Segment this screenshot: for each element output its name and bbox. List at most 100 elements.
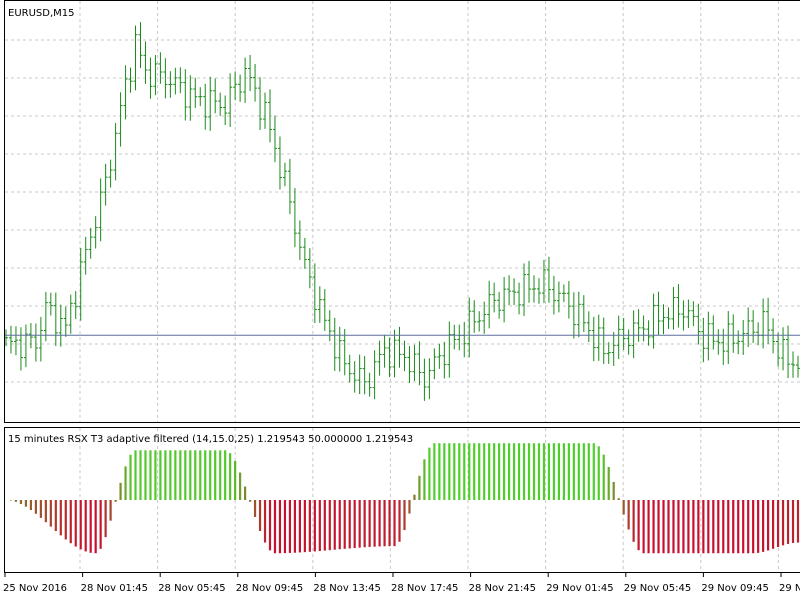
price-bar bbox=[282, 162, 287, 187]
price-bar bbox=[238, 74, 243, 102]
price-bar bbox=[447, 321, 452, 378]
price-bar bbox=[243, 57, 248, 103]
time-tick-label: 29 Nov 13:45 bbox=[779, 583, 800, 594]
time-tick-label: 28 Nov 05:45 bbox=[158, 583, 225, 594]
price-bar bbox=[78, 248, 83, 321]
price-bar bbox=[168, 71, 173, 98]
price-bar bbox=[631, 310, 636, 359]
price-bar bbox=[233, 71, 238, 101]
price-bar bbox=[626, 329, 631, 355]
price-bar bbox=[462, 321, 467, 358]
price-bar bbox=[223, 95, 228, 126]
price-panel-frame bbox=[4, 0, 800, 423]
price-bar bbox=[437, 343, 442, 369]
price-bar bbox=[342, 328, 347, 376]
price-bar bbox=[213, 78, 218, 114]
price-bar bbox=[193, 77, 198, 108]
price-bar bbox=[33, 323, 38, 362]
price-bar bbox=[586, 311, 591, 343]
indicator-panel-frame bbox=[4, 427, 800, 573]
price-bar bbox=[412, 344, 417, 381]
price-bar bbox=[716, 329, 721, 355]
price-bar bbox=[766, 297, 771, 344]
price-bar bbox=[686, 299, 691, 329]
price-bar bbox=[272, 115, 277, 163]
price-bar bbox=[397, 326, 402, 368]
price-bar bbox=[497, 291, 502, 319]
price-bar bbox=[118, 92, 123, 147]
price-bar bbox=[701, 317, 706, 363]
price-bar bbox=[786, 325, 791, 379]
price-bar bbox=[711, 315, 716, 350]
time-axis: 25 Nov 2016 28 Nov 01:45 28 Nov 05:45 28 No… bbox=[3, 572, 800, 594]
price-bar bbox=[327, 310, 332, 342]
price-bar bbox=[138, 22, 143, 68]
price-bar bbox=[706, 311, 711, 361]
price-bar bbox=[457, 324, 462, 351]
price-bar bbox=[512, 278, 517, 306]
price-bar bbox=[63, 306, 68, 337]
price-bar bbox=[292, 188, 297, 248]
price-bar bbox=[507, 275, 512, 306]
price-bar bbox=[502, 277, 507, 323]
price-bar bbox=[566, 280, 571, 319]
price-bar bbox=[606, 342, 611, 364]
time-tick-label: 28 Nov 09:45 bbox=[236, 583, 303, 594]
price-bar bbox=[188, 75, 193, 121]
price-bar bbox=[581, 295, 586, 332]
price-bar bbox=[228, 73, 233, 127]
price-bar bbox=[522, 263, 527, 316]
price-bar bbox=[691, 301, 696, 327]
price-bar bbox=[641, 315, 646, 342]
price-bar bbox=[357, 354, 362, 395]
price-bar bbox=[422, 358, 427, 401]
price-bar bbox=[43, 291, 48, 342]
price-bar bbox=[726, 311, 731, 365]
price-bar bbox=[517, 282, 522, 315]
price-bar bbox=[561, 284, 566, 303]
price-bar bbox=[23, 324, 28, 368]
price-bar bbox=[18, 327, 23, 371]
price-bar bbox=[287, 158, 292, 215]
price-bar bbox=[611, 332, 616, 366]
price-bar bbox=[367, 372, 372, 397]
price-bar bbox=[591, 316, 596, 362]
indicator-histogram bbox=[9, 443, 800, 554]
time-tick-label: 28 Nov 13:45 bbox=[313, 583, 380, 594]
price-bar bbox=[362, 356, 367, 395]
price-bar bbox=[208, 76, 213, 131]
price-bar bbox=[536, 278, 541, 304]
price-bar bbox=[791, 351, 796, 378]
price-bar bbox=[551, 275, 556, 315]
price-bar bbox=[681, 300, 686, 331]
price-bar bbox=[596, 314, 601, 361]
price-bar bbox=[48, 292, 53, 316]
price-bar bbox=[13, 326, 18, 356]
price-bar bbox=[178, 67, 183, 94]
price-bar bbox=[452, 324, 457, 350]
price-bar bbox=[671, 286, 676, 330]
price-bar bbox=[721, 328, 726, 366]
price-bar bbox=[38, 316, 43, 362]
time-tick-label: 29 Nov 05:45 bbox=[624, 583, 691, 594]
price-bar bbox=[83, 236, 88, 275]
time-tick-label: 28 Nov 01:45 bbox=[81, 583, 148, 594]
time-tick-label: 28 Nov 17:45 bbox=[391, 583, 458, 594]
price-bar bbox=[477, 311, 482, 332]
price-bar bbox=[741, 319, 746, 355]
price-bar bbox=[771, 318, 776, 354]
price-bar bbox=[123, 65, 128, 120]
price-bar bbox=[302, 237, 307, 269]
price-bar bbox=[492, 282, 497, 313]
price-bar bbox=[487, 280, 492, 329]
indicator-title: 15 minutes RSX T3 adaptive filtered (14,… bbox=[8, 434, 413, 445]
price-bar bbox=[58, 304, 63, 347]
price-bar bbox=[382, 334, 387, 368]
price-bar bbox=[218, 92, 223, 116]
price-bar bbox=[736, 330, 741, 355]
price-bar bbox=[751, 310, 756, 344]
price-bar bbox=[472, 300, 477, 333]
price-bar bbox=[377, 340, 382, 376]
price-bar bbox=[402, 340, 407, 372]
price-bar bbox=[93, 216, 98, 249]
